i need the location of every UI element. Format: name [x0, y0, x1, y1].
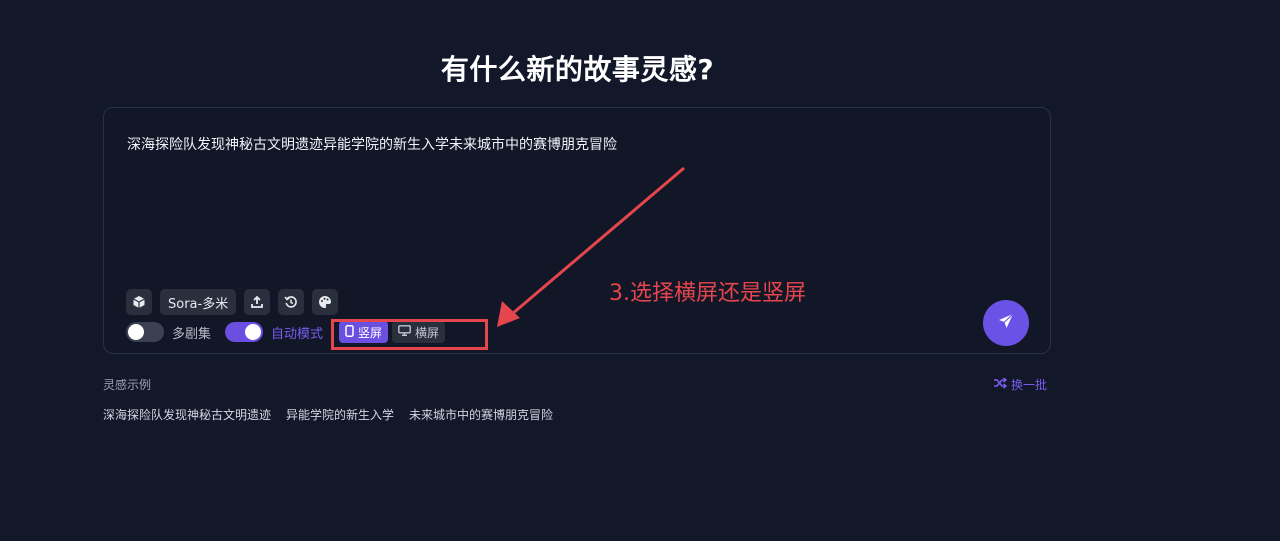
auto-mode-toggle[interactable] [225, 322, 264, 342]
toolbar: Sora-多米 [126, 289, 339, 315]
example-item[interactable]: 未来城市中的赛博朋克冒险 [409, 406, 553, 423]
cube-button[interactable] [126, 289, 152, 315]
auto-mode-label: 自动模式 [271, 326, 324, 342]
history-icon [284, 295, 298, 309]
shuffle-icon [993, 377, 1008, 392]
shuffle-button[interactable]: 换一批 [993, 376, 1047, 393]
send-icon [997, 312, 1015, 334]
prompt-input[interactable]: 深海探险队发现神秘古文明遗迹异能学院的新生入学未来城市中的赛博朋克冒险 [127, 134, 617, 154]
style-button[interactable] [312, 289, 339, 315]
upload-button[interactable] [244, 289, 271, 315]
story-composer: 深海探险队发现神秘古文明遗迹异能学院的新生入学未来城市中的赛博朋克冒险 Sora… [103, 107, 1051, 354]
multi-episode-label: 多剧集 [172, 326, 212, 342]
example-item[interactable]: 异能学院的新生入学 [286, 406, 394, 423]
shuffle-label: 换一批 [1011, 378, 1048, 392]
multi-episode-toggle[interactable] [126, 322, 164, 342]
example-item[interactable]: 深海探险队发现神秘古文明遗迹 [103, 406, 271, 423]
annotation-highlight-box [331, 319, 488, 350]
page-title: 有什么新的故事灵感? [440, 53, 715, 86]
toggle-knob [245, 324, 262, 340]
annotation-text: 3.选择横屏还是竖屏 [609, 281, 806, 306]
history-button[interactable] [278, 289, 305, 315]
model-selector[interactable]: Sora-多米 [160, 289, 237, 315]
upload-icon [250, 295, 264, 309]
send-button[interactable] [983, 300, 1029, 346]
toggle-knob [128, 324, 144, 340]
examples-heading: 灵感示例 [103, 378, 152, 392]
palette-icon [318, 295, 332, 309]
example-list: 深海探险队发现神秘古文明遗迹 异能学院的新生入学 未来城市中的赛博朋克冒险 [103, 406, 553, 423]
cube-icon [132, 295, 146, 309]
page: 有什么新的故事灵感? 深海探险队发现神秘古文明遗迹异能学院的新生入学未来城市中的… [0, 0, 1280, 541]
